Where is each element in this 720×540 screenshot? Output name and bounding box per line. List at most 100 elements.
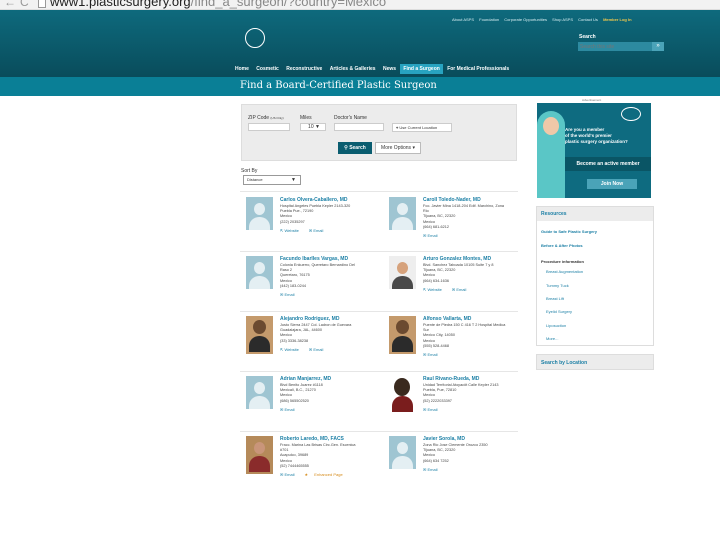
utility-link[interactable]: Corporate Opportunities — [504, 17, 547, 22]
sort-select[interactable]: Distance ▼ — [243, 175, 301, 185]
browser-chrome: ← C www1.plasticsurgery.org/find_a_surge… — [0, 0, 720, 10]
miles-select[interactable]: 10 ▼ — [300, 123, 326, 131]
doctor-name[interactable]: Adrian Manjarrez, MD — [280, 376, 382, 382]
utility-link[interactable]: Shop ASPS — [552, 17, 573, 22]
email-link[interactable]: ✉ Email — [309, 347, 328, 352]
website-link[interactable]: ⇱ Website — [280, 347, 304, 352]
url-host: www1.plasticsurgery.org — [50, 0, 191, 9]
doctor-address: Zona Rio Jose Clemente Orozco 2350 Tijuan… — [423, 443, 488, 463]
email-link[interactable]: ✉ Email — [423, 407, 442, 412]
address-bar[interactable]: www1.plasticsurgery.org/find_a_surgeon/?… — [50, 0, 386, 9]
join-now-button[interactable]: Join Now — [587, 179, 637, 189]
more-options-button[interactable]: More Options ▾ — [375, 142, 421, 154]
enhanced-page-link[interactable]: ★ Enhanced Page — [304, 472, 347, 477]
divider — [240, 431, 518, 432]
member-login-link[interactable]: Member Log In — [603, 17, 631, 22]
surgeon-illustration-head — [543, 117, 559, 135]
procedure-link[interactable]: Breast Augmentation — [546, 269, 583, 274]
doctor-name-input[interactable] — [334, 123, 384, 131]
email-link[interactable]: ✉ Email — [423, 233, 442, 238]
nav-articles[interactable]: Articles & Galleries — [327, 64, 379, 74]
doctor-address: Hospital Angeles Puebla Kepler 2143-320 P… — [280, 204, 351, 224]
doctor-address: Blvd Benito Juarez #1118 Mexicali, B.C., … — [280, 383, 323, 403]
more-link[interactable]: More... — [546, 336, 558, 341]
doctor-name[interactable]: Alejandro Rodriguez, MD — [280, 316, 382, 322]
location-icon: ⌖ — [396, 125, 399, 130]
doctor-name-label: Doctor's Name — [334, 115, 367, 121]
chevron-down-icon: ▾ — [412, 145, 415, 151]
email-link[interactable]: ✉ Email — [280, 292, 299, 297]
doctor-name[interactable]: Facundo Ibarlles Vargas, MD — [280, 256, 382, 262]
zip-label: ZIP Code (US Only) — [248, 115, 284, 121]
email-link[interactable]: ✉ Email — [309, 228, 328, 233]
nav-medical-professionals[interactable]: For Medical Professionals — [444, 64, 512, 74]
avatar-placeholder — [389, 436, 416, 469]
doctor-address: Fco. Javier Mina 1418-204 Edif. Marchino… — [423, 204, 505, 229]
doctor-name[interactable]: Raul Rivano-Rueda, MD — [423, 376, 525, 382]
doctor-address: Unidad Territorial Atoyac#t Calle Kepler… — [423, 383, 499, 403]
utility-nav: About ASPS Foundation Corporate Opportun… — [452, 17, 636, 22]
nav-cosmetic[interactable]: Cosmetic — [253, 64, 282, 74]
search-by-location[interactable]: Search by Location — [536, 354, 654, 370]
nav-home[interactable]: Home — [232, 64, 252, 74]
zip-input[interactable] — [248, 123, 290, 131]
reload-icon[interactable]: C — [20, 0, 29, 9]
avatar-placeholder — [246, 197, 273, 230]
resource-link[interactable]: Guide to Safe Plastic Surgery — [541, 229, 597, 234]
website-link[interactable]: ⇱ Website — [423, 287, 447, 292]
nav-news[interactable]: News — [380, 64, 399, 74]
search-button[interactable]: ⚲ Search — [338, 142, 372, 154]
avatar-placeholder — [246, 256, 273, 289]
doctor-address: Puente de Piedra 150 C 416 T 2 Hospital … — [423, 323, 506, 348]
resources-panel: Resources Guide to Safe Plastic Surgery … — [536, 206, 654, 346]
email-link[interactable]: ✉ Email — [423, 352, 442, 357]
nav-find-surgeon[interactable]: Find a Surgeon — [400, 64, 443, 74]
procedure-link[interactable]: Tummy Tuck — [546, 283, 569, 288]
doctor-name[interactable]: Alfonso Vallarta, MD — [423, 316, 525, 322]
email-link[interactable]: ✉ Email — [452, 287, 471, 292]
doctor-name[interactable]: Roberto Laredo, MD, FACS — [280, 436, 382, 442]
use-location-button[interactable]: ⌖ Use Current Location — [392, 123, 452, 132]
site-header: About ASPS Foundation Corporate Opportun… — [0, 10, 720, 77]
resources-title: Resources — [537, 207, 653, 221]
sort-label: Sort By — [241, 168, 258, 174]
divider — [240, 371, 518, 372]
doctor-photo — [389, 256, 416, 289]
utility-link[interactable]: Foundation — [479, 17, 499, 22]
doctor-name[interactable]: Javier Sorola, MD — [423, 436, 525, 442]
search-label: Search — [579, 34, 596, 40]
doctor-address: Blvd. Sanchez Taboada 10105 Suite 7 y 8T… — [423, 263, 494, 283]
page-title: Find a Board-Certified Plastic Surgeon — [240, 80, 437, 91]
title-bar: Find a Board-Certified Plastic Surgeon — [0, 77, 720, 96]
procedure-link[interactable]: Eyelid Surgery — [546, 309, 572, 314]
avatar-placeholder — [389, 197, 416, 230]
asps-logo[interactable] — [236, 28, 265, 48]
doctor-photo — [389, 316, 416, 354]
resource-link[interactable]: Before & After Photos — [541, 243, 583, 248]
email-link[interactable]: ✉ Email — [280, 472, 299, 477]
avatar-placeholder — [246, 376, 273, 409]
nav-reconstructive[interactable]: Reconstructive — [283, 64, 325, 74]
doctor-photo — [389, 376, 416, 414]
website-link[interactable]: ⇱ Website — [280, 228, 304, 233]
email-link[interactable]: ✉ Email — [423, 467, 442, 472]
utility-link[interactable]: About ASPS — [452, 17, 474, 22]
utility-link[interactable]: Contact Us — [578, 17, 598, 22]
doctor-address: Fracc. Marina Las Brisas Circ.Gen. Escen… — [280, 443, 356, 468]
url-path: /find_a_surgeon/?country=Mexico — [190, 0, 387, 9]
search-submit-button[interactable]: » — [652, 42, 664, 51]
doctor-name[interactable]: Arturo Gonzalez Montes, MD — [423, 256, 525, 262]
asps-logo-mark — [621, 107, 641, 121]
ad-message: Are you a member of the world's premier pl… — [565, 127, 628, 144]
membership-ad[interactable]: Are you a member of the world's premier pl… — [537, 103, 651, 198]
procedure-link[interactable]: Liposuction — [546, 323, 566, 328]
search-form: ZIP Code (US Only) Miles 10 ▼ Doctor's N… — [241, 104, 517, 161]
search-input[interactable] — [578, 42, 652, 51]
email-link[interactable]: ✉ Email — [280, 407, 299, 412]
divider — [240, 191, 518, 192]
procedure-link[interactable]: Breast Lift — [546, 296, 564, 301]
doctor-name[interactable]: Caroll Toledo-Nader, MD — [423, 197, 525, 203]
back-icon[interactable]: ← — [4, 0, 16, 9]
doctor-name[interactable]: Carlos Olvera-Caballero, MD — [280, 197, 382, 203]
divider — [240, 251, 518, 252]
